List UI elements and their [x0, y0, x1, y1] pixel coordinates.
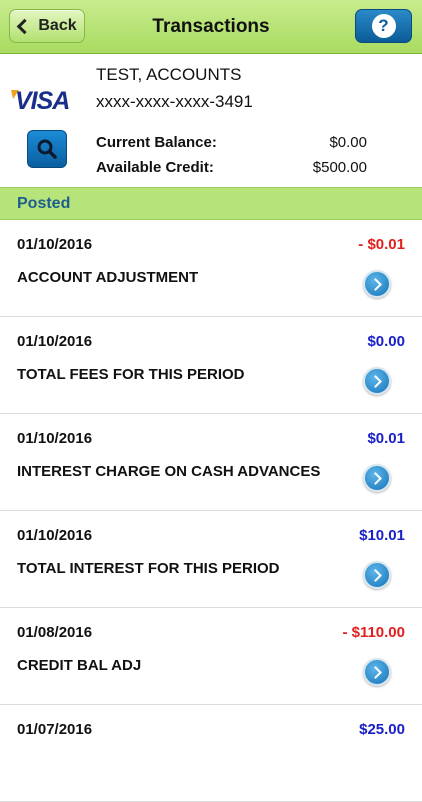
chevron-right-icon[interactable] [363, 658, 391, 686]
chevron-right-icon[interactable] [363, 561, 391, 589]
visa-logo: VISA [11, 87, 70, 112]
transaction-amount: $0.00 [367, 333, 405, 350]
search-icon [37, 139, 57, 159]
transaction-row[interactable]: 01/10/2016 $0.00 TOTAL FEES FOR THIS PER… [0, 317, 422, 414]
transaction-list: 01/10/2016 - $0.01 ACCOUNT ADJUSTMENT 01… [0, 220, 422, 802]
transaction-description: CREDIT BAL ADJ [17, 657, 142, 674]
transaction-amount: - $110.00 [342, 624, 405, 641]
account-holder-name: TEST, ACCOUNTS [96, 65, 242, 84]
transaction-row[interactable]: 01/08/2016 - $110.00 CREDIT BAL ADJ [0, 608, 422, 705]
transaction-amount: $0.01 [367, 430, 405, 447]
help-button[interactable]: ? [355, 9, 412, 43]
chevron-right-icon[interactable] [363, 270, 391, 298]
visa-logo-text: VISA [15, 87, 69, 112]
chevron-right-icon[interactable] [363, 367, 391, 395]
transaction-amount: $10.01 [359, 527, 405, 544]
chevron-left-icon [17, 18, 33, 34]
transaction-description: TOTAL FEES FOR THIS PERIOD [17, 366, 245, 383]
back-button[interactable]: Back [9, 9, 85, 43]
transaction-row[interactable]: 01/10/2016 $0.01 INTEREST CHARGE ON CASH… [0, 414, 422, 511]
current-balance-value: $0.00 [329, 134, 367, 151]
section-header-posted: Posted [0, 187, 422, 220]
chevron-right-icon[interactable] [363, 464, 391, 492]
transaction-description: TOTAL INTEREST FOR THIS PERIOD [17, 560, 280, 577]
account-summary: VISA TEST, ACCOUNTS xxxx-xxxx-xxxx-3491 … [0, 54, 422, 187]
transaction-date: 01/10/2016 [17, 236, 93, 253]
account-number: xxxx-xxxx-xxxx-3491 [96, 92, 253, 111]
back-button-label: Back [38, 17, 77, 34]
current-balance-label: Current Balance: [96, 134, 217, 151]
transaction-row[interactable]: 01/10/2016 - $0.01 ACCOUNT ADJUSTMENT [0, 220, 422, 317]
search-button[interactable] [27, 130, 67, 168]
help-icon: ? [371, 14, 396, 38]
transaction-date: 01/07/2016 [17, 721, 93, 738]
transaction-date: 01/10/2016 [17, 430, 93, 447]
available-credit-label: Available Credit: [96, 159, 214, 176]
transaction-date: 01/10/2016 [17, 527, 93, 544]
transaction-date: 01/08/2016 [17, 624, 93, 641]
transaction-row[interactable]: 01/10/2016 $10.01 TOTAL INTEREST FOR THI… [0, 511, 422, 608]
page-title: Transactions [152, 16, 270, 37]
transaction-description: ACCOUNT ADJUSTMENT [17, 269, 199, 286]
transaction-amount: $25.00 [359, 721, 405, 738]
transaction-description: INTEREST CHARGE ON CASH ADVANCES [17, 463, 321, 480]
transaction-amount: - $0.01 [358, 236, 405, 253]
navigation-bar: Back Transactions ? [0, 0, 422, 54]
section-title: Posted [17, 195, 71, 212]
transaction-row[interactable]: 01/07/2016 $25.00 [0, 705, 422, 802]
transaction-date: 01/10/2016 [17, 333, 93, 350]
available-credit-value: $500.00 [312, 159, 367, 176]
